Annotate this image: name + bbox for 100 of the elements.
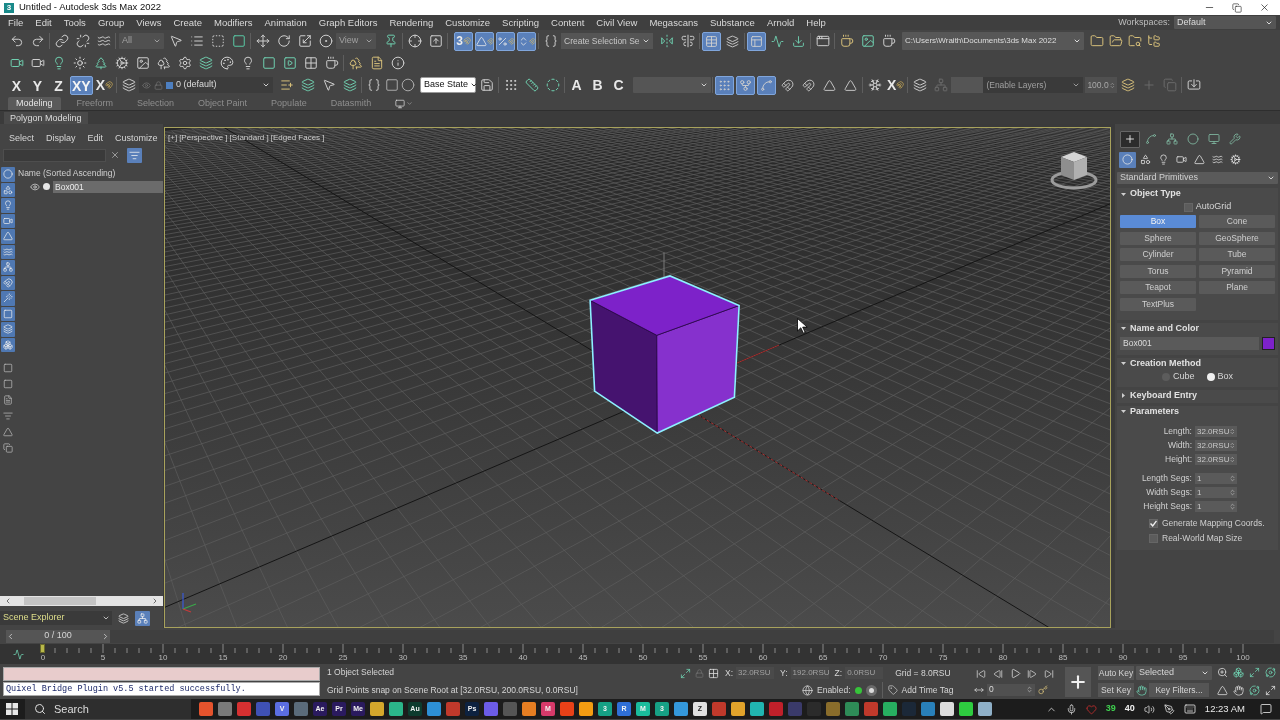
info-icon[interactable] — [390, 56, 405, 70]
snowflake-icon[interactable] — [867, 78, 882, 92]
app-tile[interactable] — [522, 702, 536, 716]
layers-icon[interactable] — [198, 56, 213, 70]
expand-arrows-icon[interactable] — [680, 667, 691, 679]
previous-frame-icon[interactable] — [992, 668, 1003, 679]
time-tag-label[interactable]: Add Time Tag — [901, 683, 954, 697]
menu-item[interactable]: Scripting — [502, 16, 540, 29]
column-header[interactable]: Name (Sorted Ascending) — [16, 167, 163, 180]
viewport-menu-label[interactable]: [Perspective ] — [179, 132, 228, 144]
layer-weight-spinner[interactable]: 100.0 — [1085, 77, 1118, 93]
checkbox[interactable] — [1149, 533, 1158, 543]
axis-constraint-button[interactable]: XY — [70, 75, 93, 95]
ribbon-tab[interactable]: Modeling — [8, 97, 61, 110]
square-icon[interactable] — [231, 34, 246, 48]
rotate-icon[interactable] — [276, 34, 291, 48]
app-tile[interactable] — [237, 702, 251, 716]
menu-item[interactable]: Views — [136, 16, 162, 29]
chevron-right-icon[interactable] — [101, 631, 110, 641]
menu-item[interactable]: Graph Editors — [318, 16, 378, 29]
letter-tool-button[interactable]: C — [608, 75, 630, 95]
auto-key-button[interactable]: Auto Key — [1098, 666, 1134, 680]
grid-icon[interactable] — [708, 667, 719, 679]
cog-icon[interactable] — [114, 56, 129, 70]
next-frame-icon[interactable] — [1027, 668, 1038, 679]
folder-icon[interactable] — [1089, 34, 1104, 48]
frame-spinner[interactable]: 0 — [987, 683, 1035, 696]
menu-item[interactable]: Customize — [445, 16, 491, 29]
primitive-button[interactable]: TextPlus — [1120, 297, 1196, 311]
list-icon[interactable] — [189, 34, 204, 48]
curve-icon[interactable] — [1145, 133, 1157, 145]
video-camera-icon[interactable] — [30, 56, 45, 70]
app-tile[interactable] — [484, 702, 498, 716]
pulse-line-icon[interactable] — [12, 648, 24, 660]
rollout-header[interactable]: Parameters — [1117, 405, 1278, 418]
menu-item[interactable]: Group — [97, 16, 125, 29]
mirror-icon[interactable] — [659, 34, 674, 48]
viewport-menu-label[interactable]: [+] — [168, 132, 178, 144]
spinner-field[interactable]: 32.0RSU — [1195, 426, 1237, 437]
boxes-icon[interactable] — [1232, 667, 1244, 679]
caret-icon[interactable] — [406, 100, 414, 107]
layers-icon[interactable] — [1120, 78, 1135, 92]
color-swatch[interactable] — [1262, 336, 1275, 350]
hierarchy-icon[interactable] — [1166, 133, 1178, 145]
app-tile[interactable] — [712, 702, 726, 716]
orbit-icon[interactable] — [1264, 667, 1276, 679]
monitor-icon[interactable] — [395, 98, 406, 109]
circle-icon[interactable] — [401, 78, 416, 92]
dashed-square-icon[interactable] — [210, 34, 225, 48]
app-tile[interactable] — [959, 702, 973, 716]
state-set-dropdown[interactable]: Base State — [420, 77, 477, 93]
filter-icon[interactable] — [3, 410, 13, 421]
primitive-button[interactable]: GeoSphere — [1199, 231, 1275, 245]
app-tile[interactable] — [902, 702, 916, 716]
import-icon[interactable] — [1186, 78, 1201, 92]
pointer-icon[interactable] — [168, 34, 183, 48]
menu-item[interactable]: Content — [551, 16, 585, 29]
app-tile[interactable] — [370, 702, 384, 716]
percent-icon[interactable] — [496, 35, 508, 47]
clock[interactable]: 12:23 AM — [1204, 701, 1245, 717]
cup-icon[interactable] — [881, 34, 896, 48]
menu-item[interactable]: Create — [173, 16, 202, 29]
named-selection-field[interactable]: Create Selection Se — [561, 33, 653, 49]
horizontal-scrollbar[interactable] — [0, 596, 163, 606]
axis-constraint-button[interactable]: Y — [28, 75, 47, 95]
braces-icon[interactable] — [543, 34, 558, 48]
primitive-button[interactable]: Sphere — [1120, 231, 1196, 245]
app-tile[interactable] — [579, 702, 593, 716]
plus-icon[interactable] — [1124, 133, 1136, 145]
menu-item[interactable]: Megascans — [649, 16, 698, 29]
key-filters-button[interactable]: Key Filters... — [1149, 683, 1209, 697]
trees-icon[interactable] — [348, 56, 363, 70]
app-tile[interactable] — [978, 702, 992, 716]
app-tile[interactable] — [750, 702, 764, 716]
project-folder-dropdown[interactable]: C:\Users\Wraith\Documents\3ds Max 2022 — [902, 32, 1084, 50]
primitive-button[interactable]: Tube — [1199, 248, 1275, 261]
app-tile[interactable] — [921, 702, 935, 716]
primitive-button[interactable]: Cone — [1199, 215, 1275, 228]
image-icon[interactable] — [860, 34, 875, 48]
rollout-header[interactable]: Name and Color — [1117, 322, 1278, 335]
app-tile[interactable] — [199, 702, 213, 716]
play-square-icon[interactable] — [282, 56, 297, 70]
menu-item[interactable]: Substance — [709, 16, 755, 29]
pan-icon[interactable] — [1232, 684, 1244, 696]
primitive-button[interactable]: Torus — [1120, 264, 1196, 278]
layers-icon[interactable] — [912, 78, 927, 92]
spinner-field[interactable]: 32.0RSU — [1195, 440, 1237, 451]
redo-icon[interactable] — [30, 34, 45, 48]
app-tile[interactable] — [883, 702, 897, 716]
rollout-header[interactable]: Creation Method — [1117, 357, 1278, 370]
rollout-header[interactable]: Object Type — [1117, 188, 1278, 200]
triangle-icon[interactable] — [1216, 684, 1228, 696]
dotted-grid-icon[interactable] — [503, 78, 518, 92]
checkbox[interactable] — [1149, 518, 1158, 528]
layers-icon[interactable] — [121, 78, 136, 92]
microphone-icon[interactable] — [1065, 703, 1077, 715]
wave-icon[interactable] — [96, 34, 111, 48]
square-icon[interactable] — [3, 378, 13, 389]
move-arrows-icon[interactable] — [255, 34, 270, 48]
app-tile[interactable] — [845, 702, 859, 716]
